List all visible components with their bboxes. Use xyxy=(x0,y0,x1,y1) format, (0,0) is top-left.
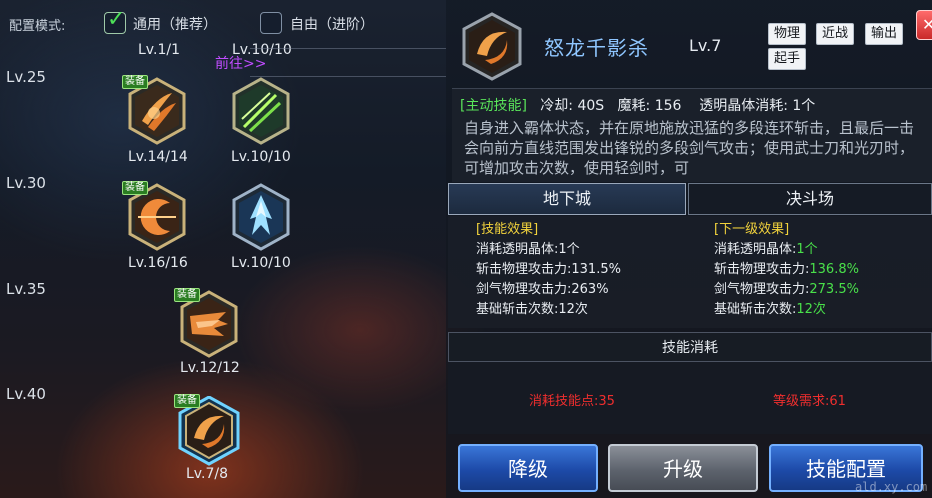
next-level-effects: [下一级效果] 消耗透明晶体:1个 斩击物理攻击力:136.8% 剑气物理攻击力… xyxy=(714,220,859,320)
effect-line: 消耗透明晶体:1个 xyxy=(476,242,580,257)
mana-cost-label: 魔耗: 156 xyxy=(617,98,682,114)
dragon-shadow-icon xyxy=(462,12,522,81)
skill-tag: 近战 xyxy=(816,23,855,45)
config-mode-label: 配置模式: xyxy=(9,19,66,34)
close-icon: ✕ xyxy=(922,15,932,34)
skill-name: 怒龙千影杀 xyxy=(544,36,649,60)
upgrade-button[interactable]: 升级 xyxy=(608,444,758,492)
equipped-badge: 装备 xyxy=(122,75,148,89)
skill-header: 怒龙千影杀 Lv.7 物理 近战 输出 起手 ✕ xyxy=(446,0,932,86)
skill-cost-title: 技能消耗 xyxy=(448,332,932,362)
config-mode-bar: 配置模式: ✓ 通用（推荐） 自由（进阶） xyxy=(0,0,446,46)
general-mode-checkbox[interactable]: ✓ xyxy=(104,7,126,34)
skill-level: Lv.7 xyxy=(689,36,722,55)
skill-stats-row: [主动技能] 冷却: 40S 魔耗: 156 透明晶体消耗: 1个 xyxy=(460,95,815,115)
close-button[interactable]: ✕ xyxy=(916,10,932,40)
skill-node-level: Lv.16/16 xyxy=(128,255,188,271)
tier-divider xyxy=(250,48,446,49)
tab-pvp[interactable]: 决斗场 xyxy=(688,183,932,215)
general-mode-label[interactable]: 通用（推荐） xyxy=(133,14,217,34)
tier-level-label: Lv.25 xyxy=(6,68,46,86)
skill-tag: 起手 xyxy=(768,48,807,70)
effect-line: 斩击物理攻击力:136.8% xyxy=(714,262,859,277)
effect-line: 剑气物理攻击力:263% xyxy=(476,282,609,297)
downgrade-button[interactable]: 降级 xyxy=(458,444,598,492)
effect-line: 基础斩击次数:12次 xyxy=(714,302,826,317)
skill-node-level: Lv.12/12 xyxy=(180,360,240,376)
effect-line: 斩击物理攻击力:131.5% xyxy=(476,262,621,277)
tier-level-label: Lv.35 xyxy=(6,280,46,298)
effect-line: 剑气物理攻击力:273.5% xyxy=(714,282,859,297)
skill-node-level: Lv.14/14 xyxy=(128,149,188,165)
sword-wave-icon xyxy=(232,77,290,145)
free-mode-checkbox[interactable] xyxy=(260,12,282,34)
skill-node-dragon-shadow[interactable]: 装备 xyxy=(174,394,240,466)
free-mode-label[interactable]: 自由（进阶） xyxy=(290,14,374,34)
checkmark-icon: ✓ xyxy=(107,7,126,32)
skill-tag: 物理 xyxy=(768,23,807,45)
skill-node-ice-spire[interactable] xyxy=(230,183,292,253)
mode-tabs: 地下城 决斗场 xyxy=(448,183,932,215)
current-effects: [技能效果] 消耗透明晶体:1个 斩击物理攻击力:131.5% 剑气物理攻击力:… xyxy=(476,220,621,320)
effect-line: 基础斩击次数:12次 xyxy=(476,302,588,317)
jump-link[interactable]: 前往>> xyxy=(215,53,266,73)
effect-line: 消耗透明晶体:1个 xyxy=(714,242,818,257)
skill-node-claw-slash[interactable]: 装备 xyxy=(122,75,188,147)
skill-node-level: Lv.7/8 xyxy=(186,466,228,482)
skill-node-sword-wave[interactable] xyxy=(230,77,292,147)
skill-description[interactable]: 自身进入霸体状态，并在原地施放迅猛的多段连环斩击，且最后一击会向前方直线范围发出… xyxy=(464,118,926,178)
tier-level-label: Lv.30 xyxy=(6,174,46,192)
tab-dungeon[interactable]: 地下城 xyxy=(448,183,686,215)
tier-level-label: Lv.40 xyxy=(6,385,46,403)
skill-node-level: Lv.10/10 xyxy=(231,255,291,271)
current-effects-title: [技能效果] xyxy=(476,222,539,237)
skill-cost-area: 消耗技能点:35 等级需求:61 xyxy=(448,362,932,434)
skill-node-level: Lv.10/10 xyxy=(231,149,291,165)
active-skill-tag: [主动技能] xyxy=(460,98,527,114)
skill-effects: [技能效果] 消耗透明晶体:1个 斩击物理攻击力:131.5% 剑气物理攻击力:… xyxy=(448,216,932,328)
equipped-badge: 装备 xyxy=(174,288,200,302)
skill-info-box: [主动技能] 冷却: 40S 魔耗: 156 透明晶体消耗: 1个 自身进入霸体… xyxy=(452,88,932,182)
equipped-badge: 装备 xyxy=(174,394,200,408)
skill-node-dragon-dash[interactable]: 装备 xyxy=(174,288,240,360)
next-effects-title: [下一级效果] xyxy=(714,222,790,237)
skill-node-crescent-strike[interactable]: 装备 xyxy=(122,181,188,253)
ice-spire-icon xyxy=(232,183,290,251)
sp-cost: 消耗技能点:35 xyxy=(529,394,615,409)
watermark: ald.xy.com xyxy=(855,480,928,494)
level-requirement: 等级需求:61 xyxy=(773,394,846,409)
cooldown-label: 冷却: 40S xyxy=(540,98,605,114)
skill-tag: 输出 xyxy=(865,23,904,45)
skill-detail-panel: 怒龙千影杀 Lv.7 物理 近战 输出 起手 ✕ [主动技能] 冷却: 40S … xyxy=(446,0,932,498)
skill-level-top-1: Lv.1/1 xyxy=(138,42,180,58)
crystal-cost-label: 透明晶体消耗: 1个 xyxy=(699,98,816,114)
equipped-badge: 装备 xyxy=(122,181,148,195)
